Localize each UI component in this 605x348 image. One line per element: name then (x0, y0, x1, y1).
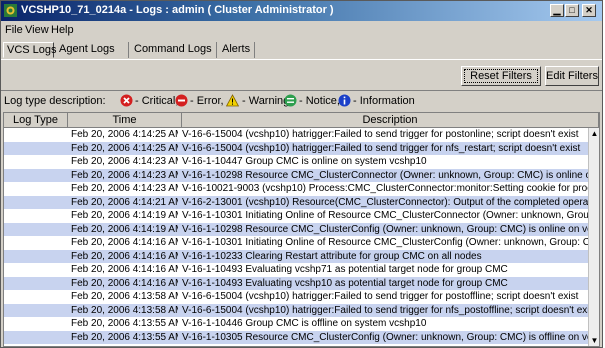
table-row[interactable]: Feb 20, 2006 4:14:16 AM V-16-1-10493 Eval… (4, 263, 588, 277)
description-cell: V-16-6-15004 (vcshp10) hatrigger:Failed … (182, 304, 588, 316)
log-type-legend: Log type description: - Critical, - Erro… (1, 91, 602, 111)
description-cell: V-16-1-10493 Evaluating vcshp10 as poten… (182, 277, 508, 289)
table-row[interactable]: Feb 20, 2006 4:14:21 AM V-16-2-13001 (vcs… (4, 195, 588, 209)
tab-vcs-logs[interactable]: VCS Logs (3, 42, 57, 58)
tab-agent-logs[interactable]: Agent Logs (56, 42, 129, 58)
description-cell: V-16-1-10305 Resource CMC_ClusterConfig … (182, 331, 588, 343)
time-cell: Feb 20, 2006 4:14:16 AM (71, 264, 178, 275)
time-cell: Feb 20, 2006 4:14:23 AM (71, 156, 178, 167)
time-cell: Feb 20, 2006 4:13:55 AM (71, 331, 178, 343)
reset-filters-button[interactable]: Reset Filters (461, 66, 541, 86)
time-cell: Feb 20, 2006 4:14:16 AM (71, 250, 178, 262)
column-header-log-type[interactable]: Log Type (4, 113, 68, 128)
menu-help[interactable]: Help (51, 24, 74, 36)
description-cell: V-16-1-10301 Initiating Online of Resour… (182, 210, 588, 221)
description-cell: V-16-1-10298 Resource CMC_ClusterConnect… (182, 169, 588, 181)
tab-command-logs[interactable]: Command Logs (131, 42, 217, 58)
time-cell: Feb 20, 2006 4:14:25 AM (71, 129, 178, 140)
time-cell: Feb 20, 2006 4:14:19 AM (71, 210, 178, 221)
description-cell: V-16-1-10447 Group CMC is online on syst… (182, 156, 427, 167)
table-row[interactable]: Feb 20, 2006 4:14:16 AM V-16-1-10301 Init… (4, 236, 588, 250)
table-row[interactable]: Feb 20, 2006 4:14:23 AM V-16-1-10447 Grou… (4, 155, 588, 169)
time-cell: Feb 20, 2006 4:14:19 AM (71, 223, 178, 235)
app-icon (4, 4, 17, 17)
table-header: Log Type Time Description (4, 113, 599, 128)
table-row[interactable]: Feb 20, 2006 4:14:16 AM V-16-1-10493 Eval… (4, 276, 588, 290)
warning-icon (226, 94, 239, 107)
table-body: Feb 20, 2006 4:14:25 AM V-16-6-15004 (vcs… (4, 128, 588, 344)
description-cell: V-16-6-15004 (vcshp10) hatrigger:Failed … (182, 142, 581, 154)
table-row[interactable]: Feb 20, 2006 4:13:55 AM V-16-1-10305 Reso… (4, 330, 588, 344)
close-button[interactable]: ✕ (582, 4, 596, 17)
table-row[interactable]: Feb 20, 2006 4:13:58 AM V-16-6-15004 (vcs… (4, 303, 588, 317)
table-row[interactable]: Feb 20, 2006 4:14:16 AM V-16-1-10233 Clea… (4, 249, 588, 263)
description-cell: V-16-1-10298 Resource CMC_ClusterConfig … (182, 223, 588, 235)
column-header-time[interactable]: Time (68, 113, 182, 128)
tab-alerts[interactable]: Alerts (219, 42, 255, 58)
table-row[interactable]: Feb 20, 2006 4:14:19 AM V-16-1-10298 Reso… (4, 222, 588, 236)
description-cell: V-16-1-10493 Evaluating vcshp71 as poten… (182, 264, 508, 275)
scroll-down-icon[interactable]: ▼ (590, 337, 599, 345)
time-cell: Feb 20, 2006 4:13:58 AM (71, 291, 178, 302)
description-cell: V-16-6-15004 (vcshp10) hatrigger:Failed … (182, 129, 579, 140)
legend-critical: - Critical, (135, 95, 179, 107)
time-cell: Feb 20, 2006 4:14:25 AM (71, 142, 178, 154)
critical-icon (120, 94, 133, 107)
maximize-icon: □ (569, 5, 575, 15)
edit-filters-button[interactable]: Edit Filters (545, 66, 599, 86)
time-cell: Feb 20, 2006 4:14:23 AM (71, 183, 178, 194)
scroll-up-icon[interactable]: ▲ (590, 130, 599, 138)
legend-notice: - Notice, (299, 95, 340, 107)
table-row[interactable]: Feb 20, 2006 4:14:23 AM V-16-10021-9003 (… (4, 182, 588, 196)
table-row[interactable]: Feb 20, 2006 4:13:58 AM V-16-6-15004 (vcs… (4, 290, 588, 304)
table-row[interactable]: Feb 20, 2006 4:14:19 AM V-16-1-10301 Init… (4, 209, 588, 223)
legend-prefix: Log type description: (4, 95, 106, 107)
filter-toolbar: Reset Filters Edit Filters (1, 60, 602, 91)
table-row[interactable]: Feb 20, 2006 4:14:23 AM V-16-1-10298 Reso… (4, 168, 588, 182)
description-cell: V-16-1-10301 Initiating Online of Resour… (182, 237, 588, 248)
time-cell: Feb 20, 2006 4:14:23 AM (71, 169, 178, 181)
time-cell: Feb 20, 2006 4:13:58 AM (71, 304, 178, 316)
time-cell: Feb 20, 2006 4:14:16 AM (71, 277, 178, 289)
error-icon (175, 94, 188, 107)
vertical-scrollbar[interactable]: ▲ ▼ (588, 128, 599, 346)
description-cell: V-16-1-10233 Clearing Restart attribute … (182, 250, 482, 262)
logs-window: VCSHP10_71_0214a - Logs : admin ( Cluste… (0, 0, 603, 348)
information-icon (338, 94, 351, 107)
column-header-description[interactable]: Description (182, 113, 599, 128)
menu-bar: File View Help (1, 22, 602, 38)
table-row[interactable]: Feb 20, 2006 4:14:25 AM V-16-6-15004 (vcs… (4, 128, 588, 142)
minimize-button[interactable]: ▁ (550, 4, 564, 17)
description-cell: V-16-6-15004 (vcshp10) hatrigger:Failed … (182, 291, 579, 302)
menu-view[interactable]: View (25, 24, 49, 36)
legend-error: - Error, (190, 95, 224, 107)
minimize-icon: ▁ (553, 5, 561, 15)
time-cell: Feb 20, 2006 4:14:16 AM (71, 237, 178, 248)
table-row[interactable]: Feb 20, 2006 4:14:25 AM V-16-6-15004 (vcs… (4, 141, 588, 155)
window-title: VCSHP10_71_0214a - Logs : admin ( Cluste… (21, 4, 334, 16)
log-tabs: VCS Logs Agent Logs Command Logs Alerts (1, 39, 602, 59)
log-table: Log Type Time Description Feb 20, 2006 4… (3, 112, 600, 347)
maximize-button[interactable]: □ (565, 4, 579, 17)
title-bar[interactable]: VCSHP10_71_0214a - Logs : admin ( Cluste… (1, 1, 602, 21)
close-icon: ✕ (585, 5, 593, 15)
description-cell: V-16-2-13001 (vcshp10) Resource(CMC_Clus… (182, 196, 588, 208)
legend-information: - Information (353, 95, 415, 107)
time-cell: Feb 20, 2006 4:14:21 AM (71, 196, 178, 208)
description-cell: V-16-1-10446 Group CMC is offline on sys… (182, 318, 427, 329)
table-row[interactable]: Feb 20, 2006 4:13:55 AM V-16-1-10446 Grou… (4, 317, 588, 331)
notice-icon (284, 94, 297, 107)
description-cell: V-16-10021-9003 (vcshp10) Process:CMC_Cl… (182, 183, 588, 194)
time-cell: Feb 20, 2006 4:13:55 AM (71, 318, 178, 329)
menu-file[interactable]: File (5, 24, 23, 36)
